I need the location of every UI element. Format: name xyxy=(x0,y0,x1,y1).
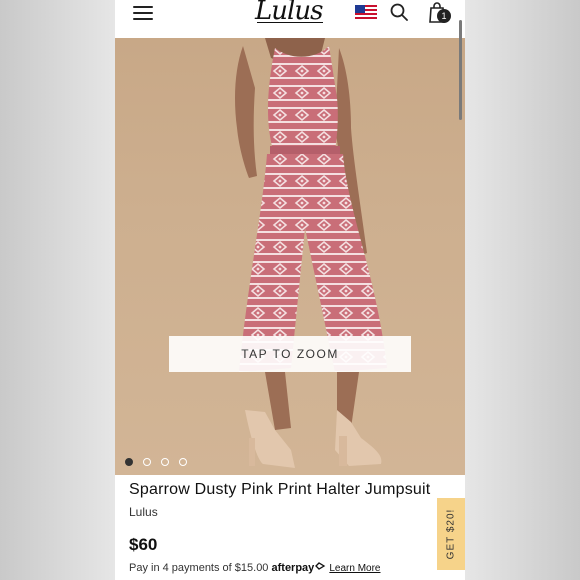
top-navigation-bar: Lulus 1 xyxy=(115,0,465,38)
carousel-indicators xyxy=(125,458,187,466)
scrollbar[interactable] xyxy=(459,20,462,120)
promo-tab[interactable]: GET $20! xyxy=(437,498,465,570)
us-flag-icon[interactable] xyxy=(355,5,377,20)
background-blur-left xyxy=(0,0,115,580)
afterpay-arrows-icon xyxy=(315,562,326,570)
carousel-dot[interactable] xyxy=(143,458,151,466)
installment-text: Pay in 4 payments of $15.00 xyxy=(129,562,269,574)
product-title: Sparrow Dusty Pink Print Halter Jumpsuit xyxy=(129,481,431,498)
product-image[interactable]: TAP TO ZOOM xyxy=(115,38,465,475)
menu-icon[interactable] xyxy=(133,6,153,20)
tap-to-zoom-button[interactable]: TAP TO ZOOM xyxy=(169,336,411,372)
product-brand[interactable]: Lulus xyxy=(129,505,158,519)
afterpay-logo: afterpay xyxy=(271,562,315,574)
learn-more-link[interactable]: Learn More xyxy=(329,563,380,574)
cart-count-badge: 1 xyxy=(437,9,451,23)
carousel-dot[interactable] xyxy=(179,458,187,466)
installment-info: Pay in 4 payments of $15.00 afterpay Lea… xyxy=(129,561,381,574)
logo-underline xyxy=(257,22,323,23)
promo-label: GET $20! xyxy=(445,508,457,560)
phone-screen: Lulus 1 TAP TO ZOOM Sparrow Dusty Pink P… xyxy=(115,0,465,580)
carousel-dot[interactable] xyxy=(161,458,169,466)
model-illustration xyxy=(235,38,387,468)
search-icon[interactable] xyxy=(390,3,408,21)
carousel-dot[interactable] xyxy=(125,458,133,466)
background-blur-right xyxy=(465,0,580,580)
product-price: $60 xyxy=(129,535,158,554)
